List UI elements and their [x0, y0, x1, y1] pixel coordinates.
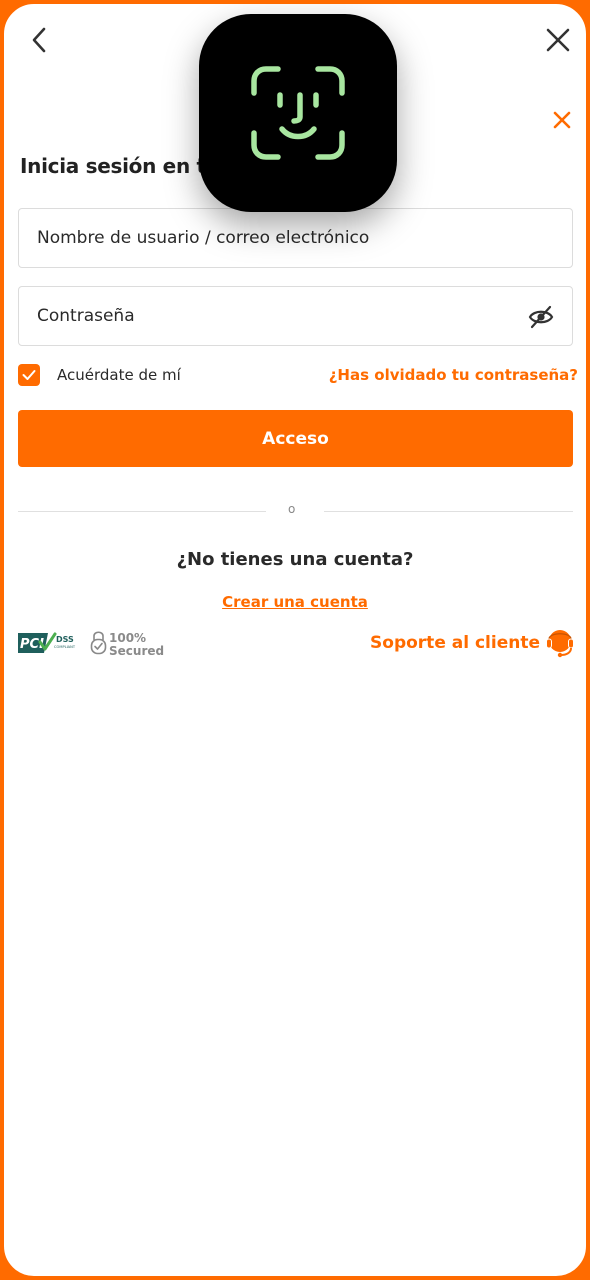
compliant-text: COMPLIANT: [54, 645, 76, 649]
back-arrow-icon: [32, 27, 46, 53]
login-screen: Inicia sesión en tu Nombre de usuario / …: [0, 0, 590, 1280]
remember-checkbox[interactable]: [18, 364, 40, 386]
back-button[interactable]: [20, 20, 60, 60]
close-icon: [546, 28, 570, 52]
close-button[interactable]: [538, 20, 578, 60]
no-account-text: ¿No tienes una cuenta?: [176, 549, 414, 570]
divider-line-right: [324, 511, 573, 512]
forgot-password-link[interactable]: ¿Has olvidado tu contraseña?: [329, 366, 578, 384]
eye-off-icon[interactable]: [528, 305, 554, 329]
customer-support-button[interactable]: Soporte al cliente: [370, 628, 574, 658]
divider-text: o: [288, 502, 296, 516]
check-icon: [22, 370, 36, 380]
create-account-link[interactable]: Crear una cuenta: [4, 593, 586, 611]
pci-dss-logo: PCI DSS COMPLIANT: [18, 632, 76, 653]
support-label: Soporte al cliente: [370, 633, 540, 653]
login-button[interactable]: Acceso: [18, 410, 573, 467]
dss-text: DSS: [56, 635, 74, 644]
headset-icon: [546, 630, 574, 658]
remember-row: Acuérdate de mí ¿Has olvidado tu contras…: [18, 362, 578, 388]
divider-line-left: [18, 511, 266, 512]
close-icon: [553, 111, 571, 129]
face-id-overlay: [199, 14, 397, 212]
secured-percent: 100%: [109, 631, 146, 645]
secured-text: Secured: [109, 644, 164, 657]
username-placeholder: Nombre de usuario / correo electrónico: [37, 228, 370, 248]
close-dialog-button[interactable]: [542, 100, 582, 140]
secured-lock-icon: [90, 631, 107, 655]
secured-badge: 100% Secured: [90, 631, 164, 657]
username-input[interactable]: Nombre de usuario / correo electrónico: [18, 208, 573, 268]
password-placeholder: Contraseña: [37, 306, 135, 326]
face-id-icon: [251, 66, 345, 160]
password-input[interactable]: Contraseña: [18, 286, 573, 346]
page-title: Inicia sesión en tu: [20, 154, 220, 178]
remember-label: Acuérdate de mí: [57, 366, 181, 384]
